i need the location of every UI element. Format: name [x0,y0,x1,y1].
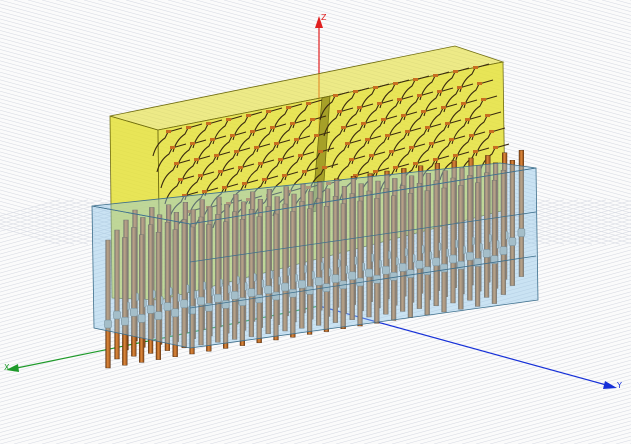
contact-tip [302,170,307,173]
contact-tip [357,106,362,109]
contact-tip [254,146,259,149]
contact-tip [170,146,175,149]
contact-tip [194,158,199,161]
contact-tip [365,138,370,141]
contact-tip [282,174,287,177]
contact-tip [214,154,219,157]
contact-tip [465,118,470,121]
contact-tip [433,158,438,161]
contact-tip [417,94,422,97]
contact-tip [393,166,398,169]
y-axis-arrowhead [603,381,617,389]
contact-tip [262,178,267,181]
contact-tip [381,118,386,121]
contact-tip [405,130,410,133]
contact-tip [226,118,231,121]
contact-tip [246,114,251,117]
contact-tip [409,146,414,149]
y-axis-label: Y [617,381,622,390]
contact-tip [234,150,239,153]
3d-viewport[interactable]: Z X Y [0,0,631,444]
contact-tip [441,106,446,109]
contact-tip [393,82,398,85]
contact-tip [373,170,378,173]
grid-line [531,0,631,28]
contact-tip [485,114,490,117]
contact-tip [294,138,299,141]
contact-tip [457,86,462,89]
contact-tip [461,102,466,105]
contact-tip [310,118,315,121]
contact-tip [230,134,235,137]
contact-tip [198,174,203,177]
contact-tip [286,106,291,109]
contact-tip [453,70,458,73]
contact-tip [345,142,350,145]
contact-tip [369,154,374,157]
contact-tip [174,162,179,165]
contact-tip [453,154,458,157]
contact-tip [314,134,319,137]
contact-tip [413,162,418,165]
contact-tip [166,130,171,133]
contact-tip [333,94,338,97]
shroud-left-face [91,205,191,349]
contact-tip [349,158,354,161]
contact-tip [429,142,434,145]
contact-tip [250,130,255,133]
contact-tip [258,162,263,165]
contact-tip [278,158,283,161]
contact-tip [433,74,438,77]
contact-tip [210,138,215,141]
contact-tip [206,122,211,125]
contact-tip [397,98,402,101]
contact-tip [186,126,191,129]
contact-tip [377,102,382,105]
contact-tip [266,110,271,113]
contact-tip [477,82,482,85]
contact-tip [318,150,323,153]
contact-tip [493,146,498,149]
grid-line [531,416,631,444]
contact-tip [298,154,303,157]
contact-tip [473,66,478,69]
contact-tip [401,114,406,117]
contact-tip [489,130,494,133]
contact-tip [306,102,311,105]
contact-tip [202,190,207,193]
contact-tip [445,122,450,125]
contact-tip [449,138,454,141]
contact-tip [473,150,478,153]
contact-tip [242,182,247,185]
contact-tip [337,110,342,113]
contact-tip [190,142,195,145]
contact-tip [238,166,243,169]
contact-tip [290,122,295,125]
contact-tip [385,134,390,137]
contact-tip [389,150,394,153]
contact-tip [274,142,279,145]
contact-tip [425,126,430,129]
contact-tip [413,78,418,81]
contact-tip [322,166,327,169]
contact-tip [222,186,227,189]
contact-tip [270,126,275,129]
contact-tip [218,170,223,173]
contact-tip [421,110,426,113]
contact-tip [361,122,366,125]
contact-tip [437,90,442,93]
z-axis-label: Z [321,13,327,22]
contact-tip [353,90,358,93]
contact-tip [341,126,346,129]
x-axis-label: X [4,363,10,372]
contact-tip [481,98,486,101]
scene-canvas[interactable] [0,0,631,444]
contact-tip [178,178,183,181]
contact-tip [373,86,378,89]
contact-tip [469,134,474,137]
